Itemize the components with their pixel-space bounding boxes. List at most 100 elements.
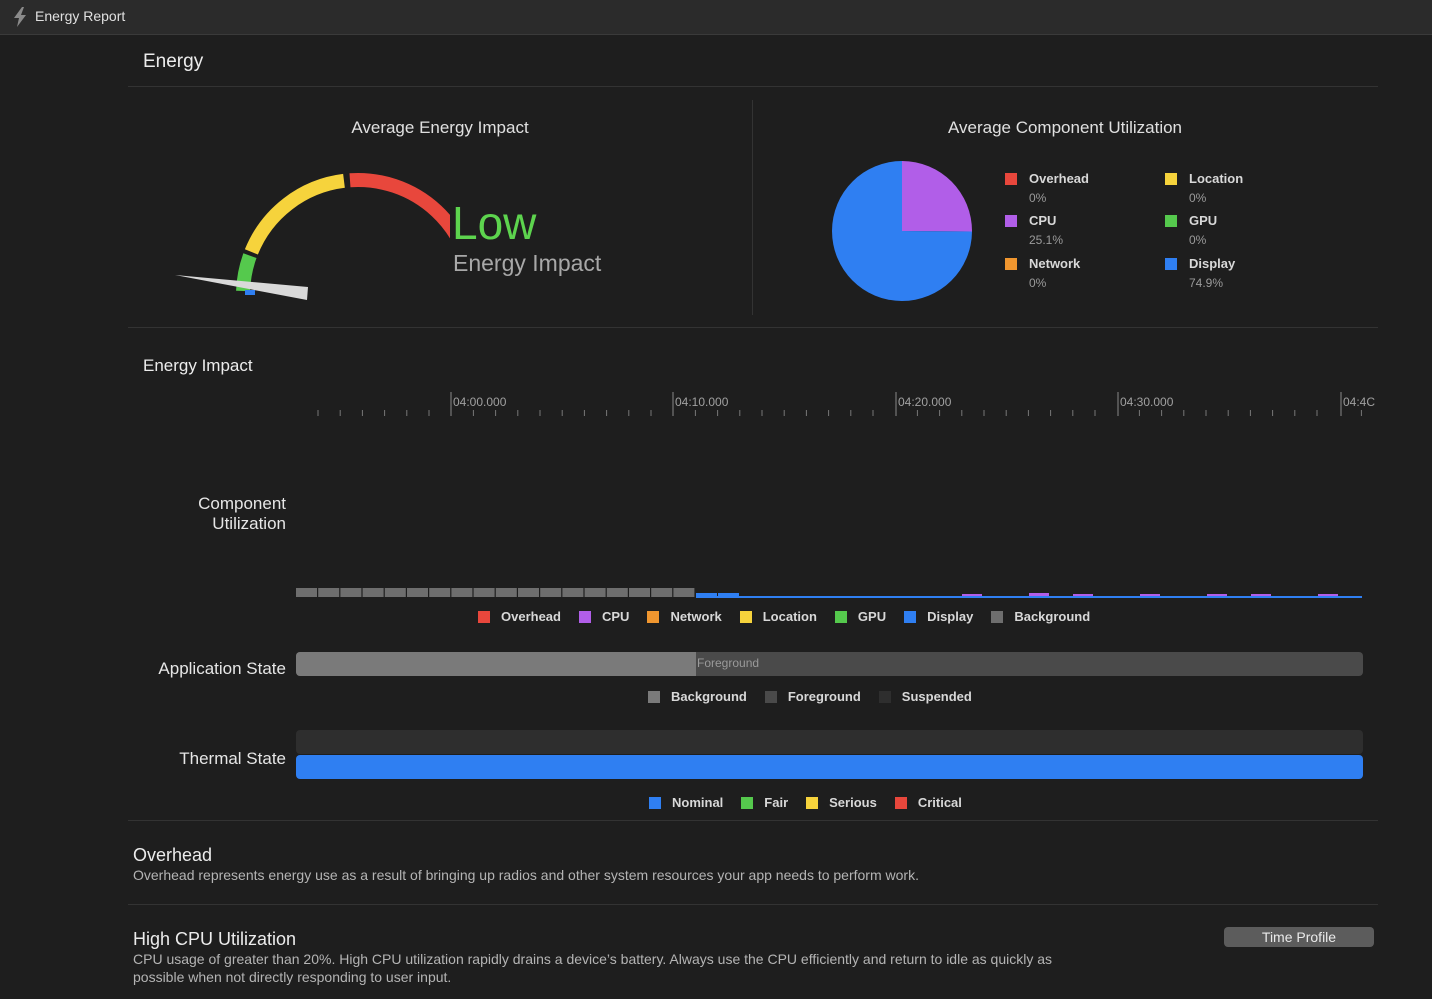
legend-swatch — [648, 690, 660, 703]
legend-swatch — [1165, 215, 1177, 227]
legend-swatch — [1005, 258, 1017, 270]
legend-name: Display — [927, 609, 974, 624]
timeline-tick-label: 04:00.000 — [453, 395, 507, 409]
cpu-segment — [1318, 594, 1338, 596]
as-legend-suspended: Suspended — [878, 689, 972, 704]
cu-legend-gpu: GPU — [834, 609, 887, 624]
legend-name: Network — [670, 609, 722, 624]
legend-name: CPU — [601, 609, 630, 624]
bolt-icon — [14, 7, 26, 27]
cpu-segment — [1073, 594, 1093, 596]
component-utilization-track — [296, 588, 1362, 598]
background-segment — [429, 588, 451, 597]
legend-swatch — [1005, 215, 1017, 227]
legend-name: CPU — [1029, 213, 1057, 228]
legend-swatch — [764, 690, 777, 703]
thermal-state-legend: Nominal Fair Serious Critical — [649, 795, 980, 810]
background-state-segment — [296, 652, 696, 676]
legend-value: 0% — [1029, 191, 1047, 205]
legend-swatch — [1165, 258, 1177, 270]
thermal-state-label: Thermal State — [179, 749, 286, 768]
high-cpu-heading: High CPU Utilization — [133, 929, 297, 949]
legend-name: GPU — [857, 609, 887, 624]
thermal-state-track — [296, 730, 1363, 754]
background-segment — [562, 588, 584, 597]
timeline-tick-label: 04:10.000 — [675, 395, 729, 409]
cpu-segment — [1140, 594, 1160, 596]
background-segment — [606, 588, 628, 597]
energy-gauge — [175, 173, 450, 300]
avg-energy-impact-title: Average Energy Impact — [351, 118, 529, 137]
legend-swatch — [1165, 173, 1177, 185]
cpu-segment — [962, 594, 982, 596]
legend-swatch — [478, 610, 490, 623]
legend-name: Background — [671, 689, 747, 704]
background-segment — [362, 588, 384, 597]
legend-swatch — [649, 796, 661, 809]
legend-name: Overhead — [1029, 171, 1089, 186]
background-segment — [296, 588, 317, 597]
legend-swatch — [894, 796, 907, 809]
legend-swatch — [806, 796, 819, 809]
legend-swatch — [741, 796, 754, 809]
background-segment — [407, 588, 428, 597]
cu-legend-overhead: Overhead — [478, 609, 561, 624]
legend-name: Location — [762, 609, 817, 624]
ts-legend-nominal: Nominal — [649, 795, 723, 810]
legend-value: 0% — [1189, 233, 1207, 247]
as-legend-foreground: Foreground — [764, 689, 861, 704]
legend-swatch — [578, 610, 591, 623]
title-bar: Energy Report — [0, 0, 1432, 35]
gauge-marker — [245, 290, 255, 295]
legend-name: Critical — [917, 795, 962, 810]
cpu-segment — [1029, 593, 1049, 596]
application-state-legend: Background Foreground Suspended — [648, 689, 990, 704]
component-utilization-legend: Overhead CPU Network Location GPU Display Back… — [478, 609, 1108, 624]
background-segment — [473, 588, 495, 597]
ts-legend-serious: Serious — [806, 795, 877, 810]
legend-swatch — [878, 690, 891, 703]
display-baseline — [696, 596, 1362, 598]
display-segment — [718, 593, 739, 598]
timeline-tick-label: 04:30.000 — [1120, 395, 1174, 409]
cpu-segment — [1251, 594, 1271, 596]
legend-name: Fair — [764, 795, 789, 810]
legend-swatch — [1005, 173, 1017, 185]
legend-name: Network — [1029, 256, 1081, 271]
timeline-ruler[interactable]: 04:00.000 04:10.000 04:20.000 04:30.000 04:4… — [296, 390, 1378, 420]
legend-value: 0% — [1189, 191, 1207, 205]
ts-legend-fair: Fair — [741, 795, 788, 810]
legend-swatch — [739, 610, 752, 623]
gauge-arc-yellow — [244, 173, 345, 255]
divider — [128, 820, 1378, 821]
foreground-segment-label: Foreground — [697, 656, 760, 670]
background-segment — [495, 588, 517, 597]
overhead-description: Overhead represents energy use as a resu… — [133, 867, 919, 883]
display-segment — [696, 593, 717, 598]
impact-subtitle: Energy Impact — [453, 250, 602, 276]
high-cpu-description: CPU usage of greater than 20%. High CPU … — [133, 951, 1053, 985]
legend-swatch — [647, 610, 660, 623]
thermal-nominal-bar — [296, 755, 1363, 779]
page-title: Energy — [143, 51, 204, 72]
background-segment — [673, 588, 695, 597]
divider — [128, 904, 1378, 905]
divider — [128, 86, 1378, 87]
cpu-segment — [1207, 594, 1227, 596]
time-profile-button[interactable]: Time Profile — [1224, 927, 1374, 947]
panel-divider — [752, 100, 753, 315]
legend-name: Suspended — [901, 689, 972, 704]
timeline-tick-label: 04:4C — [1343, 395, 1376, 409]
legend-swatch — [991, 610, 1004, 623]
divider — [128, 327, 1378, 328]
legend-value: 25.1% — [1029, 233, 1064, 247]
legend-name: GPU — [1189, 213, 1218, 228]
legend-name: Nominal — [672, 795, 724, 810]
legend-name: Background — [1014, 609, 1091, 624]
background-segment — [629, 588, 650, 597]
legend-name: Location — [1189, 171, 1244, 186]
cu-legend-location: Location — [739, 609, 817, 624]
impact-level: Low — [452, 197, 537, 249]
background-segment — [318, 588, 340, 597]
gauge-arc-red — [349, 173, 450, 239]
